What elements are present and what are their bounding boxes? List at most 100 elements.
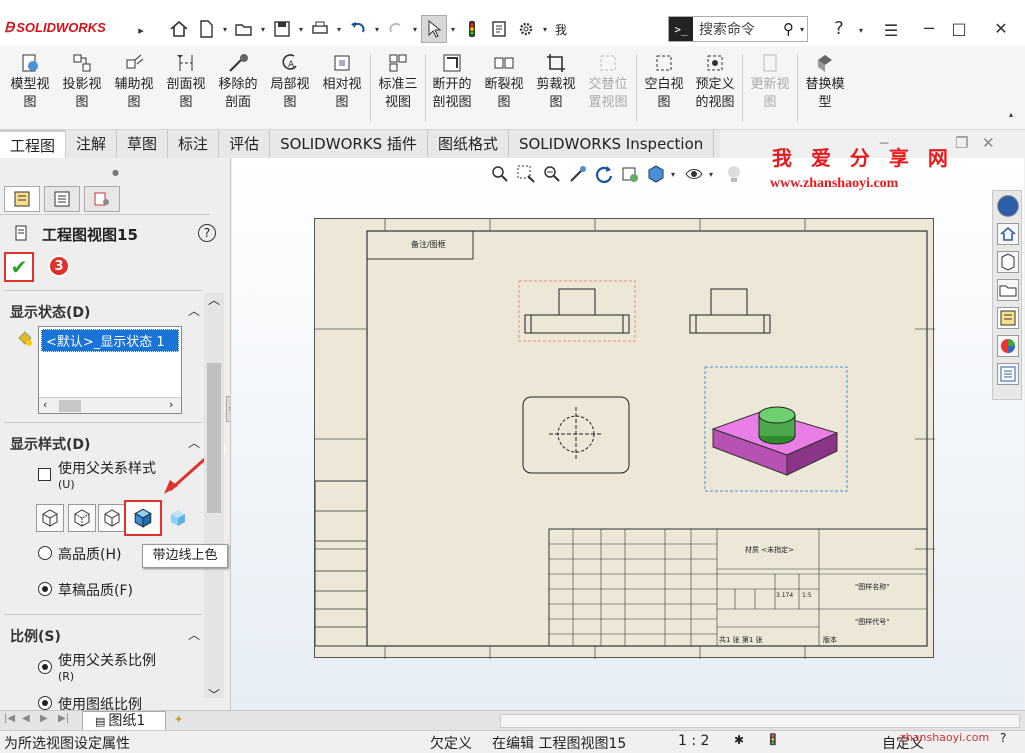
appearance-bulb-icon[interactable] xyxy=(724,164,744,184)
detail-view-button[interactable]: A 局部视 图 xyxy=(266,50,314,126)
minimize-doc-icon[interactable]: ─ xyxy=(880,136,888,152)
scroll-left-icon[interactable]: ‹ xyxy=(43,398,47,411)
resources-globe-icon[interactable] xyxy=(997,195,1019,217)
display-state-item[interactable]: <默认>_显示状态 1 xyxy=(41,329,179,352)
home-pane-icon[interactable] xyxy=(997,223,1019,245)
status-traffic-light-icon[interactable]: 🚦 xyxy=(766,733,780,746)
tab-sketch[interactable]: 草图 xyxy=(117,130,169,158)
ok-confirm-button[interactable]: ✔ xyxy=(4,252,34,282)
sheet-tab[interactable]: ▤ 图纸1 xyxy=(82,711,166,731)
use-parent-scale-radio[interactable] xyxy=(38,660,52,674)
view-palette-icon[interactable] xyxy=(997,307,1019,329)
tab-annotation[interactable]: 注解 xyxy=(66,130,118,158)
previous-view-icon[interactable] xyxy=(542,164,562,184)
search-dropdown-icon[interactable]: ▾ xyxy=(797,25,807,34)
rebuild-icon[interactable]: ✱ xyxy=(734,733,744,747)
property-manager-tab[interactable] xyxy=(44,186,80,212)
crop-view-button[interactable]: 剪裁视 图 xyxy=(532,50,580,126)
hidden-lines-removed-button[interactable] xyxy=(98,504,126,532)
first-sheet-icon[interactable]: |◀ xyxy=(4,713,15,724)
use-sheet-scale-radio[interactable] xyxy=(38,696,52,710)
horizontal-scrollbar[interactable] xyxy=(500,714,1020,728)
status-scale[interactable]: 1 : 2 xyxy=(678,733,709,749)
display-state-list[interactable]: <默认>_显示状态 1 ‹ › xyxy=(38,326,182,414)
language-glyph[interactable]: 我 xyxy=(555,21,567,38)
add-sheet-icon[interactable]: ✦ xyxy=(174,713,183,726)
tab-evaluate[interactable]: 评估 xyxy=(219,130,271,158)
zoom-to-fit-icon[interactable] xyxy=(490,164,510,184)
break-view-button[interactable]: 断裂视 图 xyxy=(480,50,528,126)
auxiliary-view-button[interactable]: 辅助视 图 xyxy=(110,50,158,126)
appearances-palette-icon[interactable] xyxy=(997,335,1019,357)
tab-addins[interactable]: SOLIDWORKS 插件 xyxy=(270,130,428,158)
hidden-lines-visible-button[interactable] xyxy=(68,504,96,532)
broken-out-section-button[interactable]: 断开的 剖视图 xyxy=(428,50,476,126)
open-folder-icon[interactable] xyxy=(231,15,257,43)
list-hscrollbar[interactable]: ‹ › xyxy=(39,397,181,413)
panel-vscrollbar[interactable]: ︿ xyxy=(204,293,224,698)
tab-drawing[interactable]: 工程图 xyxy=(0,130,67,158)
print-dropdown-icon[interactable]: ▾ xyxy=(334,25,344,34)
hide-show-items-icon[interactable] xyxy=(620,164,640,184)
scroll-up-icon[interactable]: ︿ xyxy=(208,291,220,308)
zoom-to-area-icon[interactable] xyxy=(516,164,536,184)
projected-view-button[interactable]: 投影视 图 xyxy=(58,50,106,126)
ribbon-collapse-icon[interactable]: ▴ xyxy=(1006,110,1016,119)
tab-sheet-format[interactable]: 图纸格式 xyxy=(428,130,509,158)
select-dropdown-icon[interactable]: ▾ xyxy=(448,25,458,34)
update-views-button[interactable]: 更新视 图 xyxy=(746,50,794,126)
replace-model-button[interactable]: 替换模 型 xyxy=(800,50,850,126)
section-view-button[interactable]: 剖面视 图 xyxy=(162,50,210,126)
rotate-view-icon[interactable] xyxy=(594,164,614,184)
logo-menu-arrow-icon[interactable]: ▸ xyxy=(136,24,146,37)
collapse-scale-icon[interactable]: ︿ xyxy=(188,626,200,643)
search-commands[interactable]: >_ 搜索命令 ⚲ ▾ xyxy=(668,16,808,42)
panel-grip-dot[interactable]: ● xyxy=(112,168,119,177)
restore-doc-icon[interactable]: ❐ xyxy=(955,134,968,152)
select-cursor-icon[interactable] xyxy=(421,15,447,43)
use-parent-style-checkbox[interactable] xyxy=(38,468,51,481)
traffic-light-icon[interactable] xyxy=(459,15,485,43)
open-dropdown-icon[interactable]: ▾ xyxy=(258,25,268,34)
panel-collapse-handle[interactable]: › xyxy=(226,396,230,422)
help-dropdown-icon[interactable]: ▾ xyxy=(856,26,866,35)
display-style-cube-icon[interactable] xyxy=(646,164,666,184)
wireframe-style-button[interactable] xyxy=(36,504,64,532)
standard-3-view-button[interactable]: 标准三 视图 xyxy=(374,50,422,126)
predefined-view-button[interactable]: 预定义 的视图 xyxy=(690,50,740,126)
options-dropdown-icon[interactable]: ▾ xyxy=(540,25,550,34)
feature-manager-tab[interactable] xyxy=(4,186,40,212)
tab-markup[interactable]: 标注 xyxy=(168,130,220,158)
scroll-thumb[interactable] xyxy=(59,400,81,412)
design-library-icon[interactable] xyxy=(997,251,1019,273)
display-style-dropdown-icon[interactable]: ▾ xyxy=(668,170,678,179)
removed-section-button[interactable]: 移除的 剖面 xyxy=(214,50,262,126)
redo-icon[interactable] xyxy=(383,15,409,43)
maximize-icon[interactable]: □ xyxy=(940,12,978,44)
collapse-display-style-icon[interactable]: ︿ xyxy=(188,434,200,451)
high-quality-radio[interactable] xyxy=(38,546,52,560)
configuration-manager-tab[interactable] xyxy=(84,186,120,212)
undo-icon[interactable] xyxy=(345,15,371,43)
home-icon[interactable] xyxy=(166,15,192,43)
file-properties-icon[interactable] xyxy=(486,15,512,43)
last-sheet-icon[interactable]: ▶| xyxy=(58,713,69,724)
collapse-display-state-icon[interactable]: ︿ xyxy=(188,302,200,319)
new-document-icon[interactable] xyxy=(193,15,219,43)
prev-sheet-icon[interactable]: ◀ xyxy=(22,713,30,724)
alternate-position-view-button[interactable]: 交替位 置视图 xyxy=(584,50,632,126)
redo-dropdown-icon[interactable]: ▾ xyxy=(410,25,420,34)
status-help-icon[interactable]: ? xyxy=(1000,731,1006,745)
print-icon[interactable] xyxy=(307,15,333,43)
tab-inspection[interactable]: SOLIDWORKS Inspection xyxy=(509,130,715,158)
hide-show-dropdown-icon[interactable]: ▾ xyxy=(706,170,716,179)
new-dropdown-icon[interactable]: ▾ xyxy=(220,25,230,34)
scroll-right-icon[interactable]: › xyxy=(169,398,173,411)
close-doc-icon[interactable]: ✕ xyxy=(982,134,995,152)
help-icon[interactable]: ? xyxy=(820,12,858,44)
search-icon[interactable]: ⚲ xyxy=(783,20,794,38)
relative-view-button[interactable]: 相对视 图 xyxy=(318,50,366,126)
file-explorer-folder-icon[interactable] xyxy=(997,279,1019,301)
shaded-with-edges-button[interactable] xyxy=(124,500,162,536)
drawing-sheet[interactable]: 备注/图框 材质 <未指定> "图样名称" "图样代号" 3.174 1:5 共… xyxy=(314,218,935,659)
